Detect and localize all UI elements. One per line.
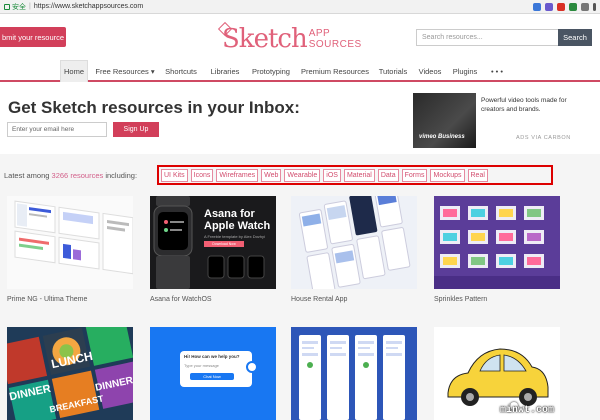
resource-card-thumbnail[interactable] xyxy=(291,327,417,420)
card-hero-tag: A Freebie template by Alex Dovhyi xyxy=(204,234,265,239)
main-nav: Home Free Resources ▾ Shortcuts Librarie… xyxy=(0,60,600,82)
resource-card-thumbnail[interactable]: LUNCH DINNER BREAKFAST DINNER xyxy=(7,327,133,420)
resource-card-thumbnail[interactable] xyxy=(291,196,417,289)
extension-icon[interactable] xyxy=(545,2,553,11)
extension-icons xyxy=(533,2,600,11)
logo-sketch-text: Sketch xyxy=(222,24,308,54)
url-text[interactable]: https://www.sketchappsources.com xyxy=(34,3,143,10)
tag-material[interactable]: Material xyxy=(343,168,375,182)
resource-card-thumbnail[interactable]: Hi! How can we help you? Type your messa… xyxy=(150,327,276,420)
resource-count-link[interactable]: 3266 resources xyxy=(52,171,104,180)
tag-web[interactable]: Web xyxy=(261,168,282,182)
ad-via-label[interactable]: ADS VIA CARBON xyxy=(516,135,571,141)
nav-item-home[interactable]: Home xyxy=(60,60,88,82)
chat-widget-title: Hi! How can we help you? xyxy=(184,354,240,359)
ad-text[interactable]: Powerful video tools made for creators a… xyxy=(481,97,591,114)
extension-icon[interactable] xyxy=(569,2,577,11)
tag-forms[interactable]: Forms xyxy=(401,168,428,182)
tag-icons[interactable]: Icons xyxy=(190,168,214,182)
lock-icon xyxy=(4,3,10,10)
search-button[interactable]: Search xyxy=(558,29,592,46)
extension-icon[interactable] xyxy=(581,2,589,11)
resource-card-title[interactable]: Sprinkles Pattern xyxy=(434,296,487,303)
search-input[interactable]: Search resources... xyxy=(416,29,558,46)
newsletter-title: Get Sketch resources in your Inbox: xyxy=(8,98,300,117)
app-screens-thumbnail-art xyxy=(291,327,417,420)
nav-item-tutorials[interactable]: Tutorials xyxy=(376,60,410,82)
secure-label: 安全 xyxy=(12,3,26,11)
more-icon[interactable]: • • • xyxy=(486,60,508,82)
latest-prefix: Latest among xyxy=(4,171,50,180)
resource-card-thumbnail[interactable] xyxy=(7,196,133,289)
tag-wireframes[interactable]: Wireframes xyxy=(216,168,259,182)
nav-item-free-resources[interactable]: Free Resources ▾ xyxy=(94,60,156,82)
tag-mockups[interactable]: Mockups xyxy=(430,168,465,182)
chat-widget-subtitle: Type your message xyxy=(184,363,219,368)
site-logo[interactable]: Sketch APP SOURCES xyxy=(217,21,362,56)
nav-item-prototyping[interactable]: Prototyping xyxy=(248,60,294,82)
watermark: minwt.com xyxy=(499,405,554,416)
category-tags: UI Kits Icons Wireframes Web Wearable iO… xyxy=(157,165,553,185)
latest-suffix: including: xyxy=(105,171,138,180)
resource-card-thumbnail[interactable]: minwt.com xyxy=(434,327,560,420)
tag-real[interactable]: Real xyxy=(467,168,488,182)
tag-ui-kits[interactable]: UI Kits xyxy=(161,168,188,182)
card-hero-text: Asana for Apple Watch xyxy=(204,208,271,232)
logo-subtitle: APP SOURCES xyxy=(309,28,362,50)
carbon-ad[interactable]: vimeo Business Powerful video tools made… xyxy=(413,93,593,148)
resource-card-title[interactable]: Prime NG - Ultima Theme xyxy=(7,296,87,303)
card-download-button: Download Now xyxy=(204,241,244,247)
chat-now-button: Chat Now xyxy=(190,373,234,380)
messenger-icon xyxy=(246,361,258,373)
nav-item-videos[interactable]: Videos xyxy=(416,60,444,82)
dashboard-thumbnail-art xyxy=(7,196,133,289)
ad-image[interactable]: vimeo Business xyxy=(413,93,476,148)
star-icon[interactable] xyxy=(533,2,541,11)
url-separator: | xyxy=(29,3,31,10)
logo-sources-text: SOURCES xyxy=(308,39,362,50)
menu-icon[interactable] xyxy=(593,2,596,11)
latest-line: Latest among 3266 resources including: xyxy=(4,171,137,180)
gmail-icon[interactable] xyxy=(557,2,565,11)
mobile-screens-thumbnail-art xyxy=(291,196,417,289)
tag-data[interactable]: Data xyxy=(377,168,399,182)
nav-item-libraries[interactable]: Libraries xyxy=(207,60,243,82)
secure-indicator[interactable]: 安全 xyxy=(0,2,26,12)
nav-item-plugins[interactable]: Plugins xyxy=(450,60,480,82)
sprinkles-thumbnail-art xyxy=(434,196,560,289)
nav-item-premium-resources[interactable]: Premium Resources xyxy=(299,60,371,82)
browser-address-bar[interactable]: 安全 | https://www.sketchappsources.com xyxy=(0,0,600,14)
email-field[interactable]: Enter your email here xyxy=(7,122,107,137)
logo-app-text: APP xyxy=(308,28,331,39)
ad-brand: vimeo Business xyxy=(419,134,465,140)
sign-up-button[interactable]: Sign Up xyxy=(113,122,159,137)
resource-card-title[interactable]: House Rental App xyxy=(291,296,347,303)
nav-item-shortcuts[interactable]: Shortcuts xyxy=(161,60,201,82)
submit-resource-button[interactable]: bmit your resource xyxy=(0,27,66,47)
resource-card-title[interactable]: Asana for WatchOS xyxy=(150,296,212,303)
tag-wearable[interactable]: Wearable xyxy=(284,168,321,182)
resource-card-thumbnail[interactable] xyxy=(434,196,560,289)
tag-ios[interactable]: iOS xyxy=(323,168,341,182)
resource-card-thumbnail[interactable]: Asana for Apple Watch A Freebie template… xyxy=(150,196,276,289)
